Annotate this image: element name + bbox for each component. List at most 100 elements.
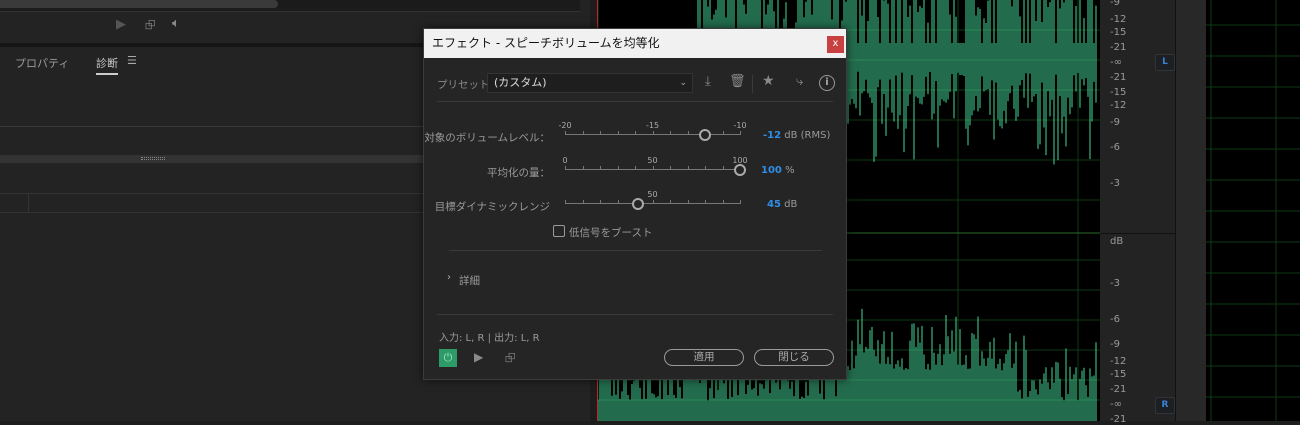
routing-icon[interactable]: ⤷ bbox=[796, 74, 803, 89]
preset-dropdown[interactable]: (カスタム) ⌄ bbox=[487, 73, 693, 93]
chevron-down-icon: ⌄ bbox=[679, 78, 687, 88]
loop-icon[interactable]: ⮺ bbox=[505, 349, 516, 371]
slider-tick bbox=[705, 166, 706, 170]
info-icon[interactable]: i bbox=[819, 75, 835, 91]
dialog-title: エフェクト - スピーチボリュームを均等化 bbox=[432, 36, 660, 50]
scrollbar[interactable] bbox=[0, 0, 278, 8]
play-icon[interactable]: ▶ bbox=[116, 17, 126, 32]
ruler-label: -15 bbox=[1110, 27, 1127, 38]
slider-tick bbox=[600, 200, 601, 204]
slider-tick bbox=[635, 131, 636, 135]
slider-tick-label: -10 bbox=[733, 121, 747, 130]
ruler-label: -∞ bbox=[1110, 57, 1122, 68]
target-volume-label: 対象のボリュームレベル： bbox=[424, 132, 550, 144]
ruler-label: -3 bbox=[1110, 178, 1120, 189]
slider-tick bbox=[670, 131, 671, 135]
slider-tick bbox=[635, 166, 636, 170]
tab-diagnostics[interactable]: 診断 bbox=[96, 55, 118, 75]
panel-menu-icon[interactable]: ☰ bbox=[127, 54, 137, 67]
ruler-label: -6 bbox=[1110, 314, 1120, 325]
slider-tick bbox=[670, 200, 671, 204]
slider-tick bbox=[600, 131, 601, 135]
slider-tick-label: 50 bbox=[647, 156, 658, 165]
spectrum-grid bbox=[1206, 0, 1300, 421]
loop-icon[interactable]: ⮺ bbox=[145, 16, 156, 38]
ruler-label: -15 bbox=[1110, 369, 1127, 380]
ruler-label: -9 bbox=[1110, 339, 1120, 350]
ruler-label: -21 bbox=[1110, 72, 1127, 83]
slider-tick bbox=[582, 200, 584, 204]
ruler-label: -9 bbox=[1110, 0, 1120, 8]
slider-tick-label: 0 bbox=[562, 156, 568, 165]
averaging-amount-value[interactable]: 100 % bbox=[761, 165, 795, 176]
averaging-amount-label: 平均化の量： bbox=[487, 167, 550, 179]
slider-tick bbox=[687, 200, 689, 204]
chevron-right-icon[interactable]: › bbox=[447, 272, 451, 283]
slider-tick bbox=[740, 200, 741, 204]
dynamic-range-value[interactable]: 45 dB bbox=[767, 199, 797, 210]
slider-tick bbox=[565, 200, 566, 204]
slider-knob[interactable] bbox=[734, 164, 746, 176]
effect-dialog: エフェクト - スピーチボリュームを均等化 x プリセット： (カスタム) ⌄ … bbox=[423, 28, 847, 380]
amplitude-ruler: -9 -12 -15 -21 -∞ -21 -15 -12 -9 -6 -3 L… bbox=[1100, 0, 1176, 425]
details-toggle[interactable]: 詳細 bbox=[459, 273, 480, 288]
slider-tick bbox=[652, 131, 654, 135]
slider-tick bbox=[670, 166, 671, 170]
ruler-label: -9 bbox=[1110, 117, 1120, 128]
slider-knob[interactable] bbox=[631, 198, 644, 210]
dialog-title-bar[interactable]: エフェクト - スピーチボリュームを均等化 x bbox=[424, 29, 846, 58]
save-preset-icon[interactable]: ⤓ bbox=[705, 74, 711, 89]
slider-knob[interactable] bbox=[699, 129, 711, 141]
star-icon[interactable]: ★ bbox=[762, 73, 775, 89]
boost-checkbox[interactable] bbox=[553, 225, 565, 237]
slider-tick bbox=[722, 166, 724, 170]
slider-tick bbox=[617, 166, 619, 170]
right-channel-badge[interactable]: R bbox=[1155, 397, 1175, 414]
play-icon[interactable]: ▶ bbox=[474, 350, 483, 364]
slider-tick bbox=[722, 200, 724, 204]
slider-tick bbox=[722, 131, 724, 135]
panel-separator[interactable] bbox=[1176, 0, 1206, 421]
boost-label[interactable]: 低信号をブースト bbox=[569, 225, 652, 240]
speaker-icon[interactable]: 🔈︎ bbox=[172, 16, 180, 31]
divider bbox=[449, 250, 822, 251]
divider bbox=[437, 101, 833, 102]
ruler-label: -12 bbox=[1110, 100, 1127, 111]
ruler-label: -21 bbox=[1110, 42, 1127, 53]
slider-tick bbox=[652, 166, 654, 170]
divider bbox=[437, 314, 833, 315]
dynamic-range-slider[interactable]: 50 bbox=[565, 190, 741, 210]
slider-tick bbox=[687, 166, 689, 170]
slider-tick-label: 50 bbox=[647, 190, 658, 199]
slider-tick bbox=[617, 131, 619, 135]
slider-tick bbox=[652, 200, 654, 204]
target-volume-slider[interactable]: -20 -15 -10 bbox=[558, 121, 747, 141]
ruler-label: -12 bbox=[1110, 14, 1127, 25]
divider bbox=[1100, 233, 1176, 234]
left-channel-badge[interactable]: L bbox=[1155, 54, 1175, 71]
close-icon[interactable]: x bbox=[827, 36, 844, 53]
dynamic-range-label: 目標ダイナミックレンジ bbox=[434, 201, 550, 213]
slider-tick-label: -20 bbox=[558, 121, 572, 130]
slider-tick bbox=[687, 131, 689, 135]
ruler-label: -∞ bbox=[1110, 399, 1122, 410]
slider-tick-label: -15 bbox=[645, 121, 660, 130]
target-volume-value[interactable]: -12 dB (RMS) bbox=[763, 130, 830, 141]
slider-tick bbox=[617, 200, 619, 204]
io-channels: 入力: L, R | 出力: L, R bbox=[439, 333, 540, 344]
power-icon[interactable]: ⏻ bbox=[439, 349, 457, 367]
slider-tick bbox=[582, 131, 584, 135]
close-button[interactable]: 閉じる bbox=[754, 349, 834, 366]
tab-properties[interactable]: プロパティ bbox=[15, 55, 69, 71]
apply-button[interactable]: 適用 bbox=[664, 349, 744, 366]
divider bbox=[752, 75, 753, 93]
ruler-label: -21 bbox=[1110, 384, 1127, 395]
ruler-label: -12 bbox=[1110, 356, 1127, 367]
slider-tick bbox=[600, 166, 601, 170]
divider bbox=[28, 193, 29, 213]
ruler-unit: dB bbox=[1110, 236, 1124, 247]
slider-tick bbox=[740, 131, 741, 135]
slider-tick bbox=[582, 166, 584, 170]
trash-icon[interactable]: 🗑︎ bbox=[729, 74, 746, 89]
averaging-amount-slider[interactable]: 0 50 100 bbox=[562, 156, 748, 176]
